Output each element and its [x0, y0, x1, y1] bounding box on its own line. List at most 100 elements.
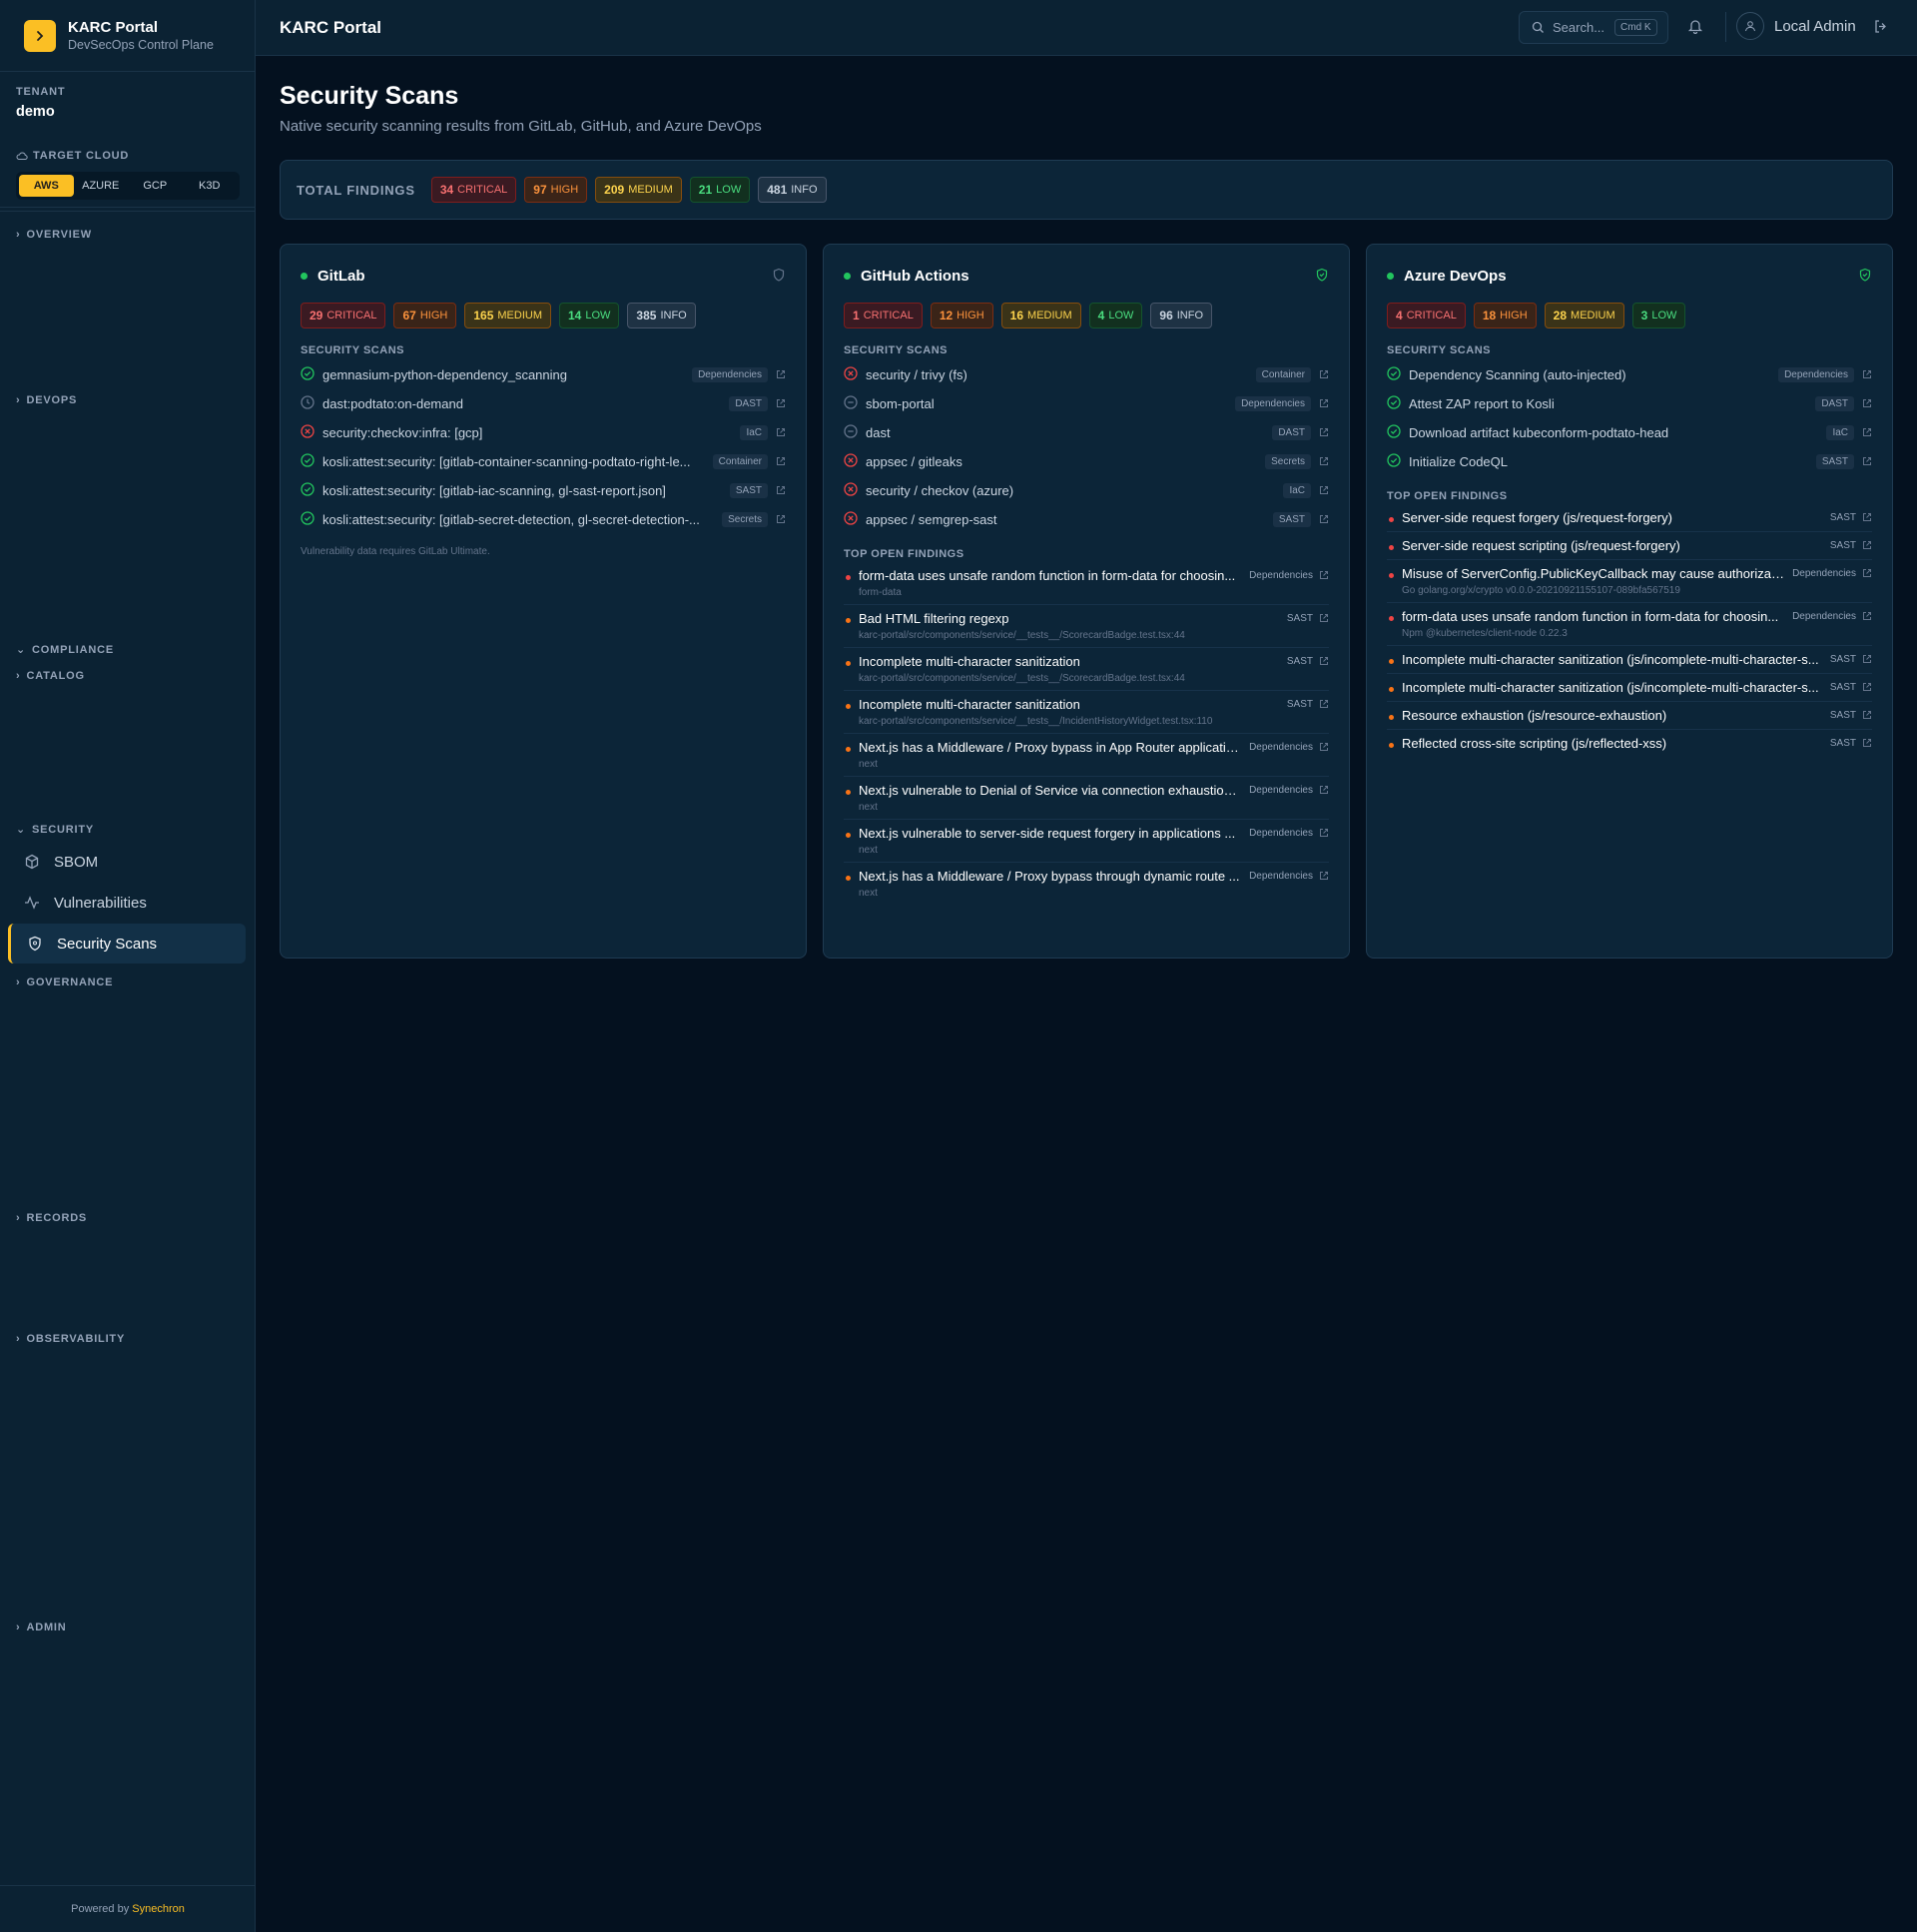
external-link-icon[interactable]: [776, 512, 786, 527]
scan-row[interactable]: Dependency Scanning (auto-injected) Depen…: [1387, 360, 1872, 389]
scan-row[interactable]: kosli:attest:security: [gitlab-container…: [301, 447, 786, 476]
finding-row[interactable]: Next.js has a Middleware / Proxy bypass …: [844, 863, 1329, 905]
scan-row[interactable]: sbom-portal Dependencies: [844, 389, 1329, 418]
nav-section-catalog[interactable]: › CATALOG: [16, 670, 85, 682]
scan-name: security:checkov:infra: [gcp]: [322, 425, 483, 440]
external-link-icon[interactable]: [1319, 742, 1329, 755]
cloud-option-azure[interactable]: AZURE: [74, 175, 129, 197]
external-link-icon[interactable]: [1862, 512, 1872, 525]
external-link-icon[interactable]: [1319, 454, 1329, 469]
scan-row[interactable]: dast DAST: [844, 418, 1329, 447]
nav-section-overview[interactable]: › OVERVIEW: [16, 229, 92, 241]
cloud-option-gcp[interactable]: GCP: [128, 175, 183, 197]
finding-row[interactable]: Server-side request scripting (js/reques…: [1387, 532, 1872, 560]
external-link-icon[interactable]: [1319, 828, 1329, 841]
nav-section-records[interactable]: › RECORDS: [16, 1212, 87, 1224]
user-menu[interactable]: Local Admin: [1736, 12, 1856, 40]
scan-name: sbom-portal: [866, 396, 935, 411]
finding-row[interactable]: Incomplete multi-character sanitization k…: [844, 648, 1329, 691]
nav-section-compliance[interactable]: ⌄ COMPLIANCE: [16, 643, 114, 657]
external-link-icon[interactable]: [1319, 512, 1329, 527]
severity-dot: [846, 575, 851, 580]
external-link-icon[interactable]: [1862, 682, 1872, 695]
finding-row[interactable]: form-data uses unsafe random function in…: [844, 562, 1329, 605]
finding-type: SAST: [1286, 656, 1313, 667]
finding-package: karc-portal/src/components/service/__tes…: [859, 716, 1213, 727]
scan-row[interactable]: Initialize CodeQL SAST: [1387, 447, 1872, 476]
nav-item-vulnerabilities[interactable]: Vulnerabilities: [8, 883, 246, 923]
scan-row[interactable]: appsec / semgrep-sast SAST: [844, 505, 1329, 534]
external-link-icon[interactable]: [1319, 570, 1329, 583]
severity-dot: [1389, 616, 1394, 621]
cloud-option-aws[interactable]: AWS: [19, 175, 74, 197]
scan-row[interactable]: gemnasium-python-dependency_scanning Depe…: [301, 360, 786, 389]
external-link-icon[interactable]: [1862, 738, 1872, 751]
logout-icon[interactable]: [1873, 19, 1888, 37]
external-link-icon[interactable]: [1862, 425, 1872, 440]
external-link-icon[interactable]: [1862, 611, 1872, 624]
external-link-icon[interactable]: [1862, 540, 1872, 553]
external-link-icon[interactable]: [776, 425, 786, 440]
external-link-icon[interactable]: [1319, 425, 1329, 440]
external-link-icon[interactable]: [776, 396, 786, 411]
nav-section-governance[interactable]: › GOVERNANCE: [16, 976, 113, 988]
cloud-option-k3d[interactable]: K3D: [183, 175, 238, 197]
nav-item-security-scans[interactable]: Security Scans: [8, 924, 246, 964]
finding-row[interactable]: Incomplete multi-character sanitization …: [1387, 674, 1872, 702]
finding-row[interactable]: form-data uses unsafe random function in…: [1387, 603, 1872, 646]
finding-row[interactable]: Misuse of ServerConfig.PublicKeyCallback…: [1387, 560, 1872, 603]
external-link-icon[interactable]: [1319, 613, 1329, 626]
scan-row[interactable]: kosli:attest:security: [gitlab-secret-de…: [301, 505, 786, 534]
brand[interactable]: KARC Portal DevSecOps Control Plane: [0, 0, 255, 72]
powered-brand-link[interactable]: Synechron: [132, 1903, 185, 1915]
severity-badges: 4 CRITICAL 18 HIGH 28 MEDIUM 3 LOW: [1387, 303, 1872, 328]
nav-item-sbom[interactable]: SBOM: [8, 842, 246, 882]
scan-row[interactable]: security / checkov (azure) IaC: [844, 476, 1329, 505]
scan-type-tag: Secrets: [1265, 454, 1311, 469]
finding-row[interactable]: Incomplete multi-character sanitization k…: [844, 691, 1329, 734]
finding-type: Dependencies: [1249, 570, 1313, 581]
external-link-icon[interactable]: [776, 454, 786, 469]
bell-icon[interactable]: [1687, 18, 1703, 37]
scan-row[interactable]: security / trivy (fs) Container: [844, 360, 1329, 389]
external-link-icon[interactable]: [1862, 654, 1872, 667]
finding-row[interactable]: Resource exhaustion (js/resource-exhaust…: [1387, 702, 1872, 730]
external-link-icon[interactable]: [1319, 656, 1329, 669]
external-link-icon[interactable]: [776, 483, 786, 498]
scan-row[interactable]: kosli:attest:security: [gitlab-iac-scann…: [301, 476, 786, 505]
medium-badge: 28 MEDIUM: [1544, 303, 1624, 328]
external-link-icon[interactable]: [1862, 396, 1872, 411]
scan-row[interactable]: Download artifact kubeconform-podtato-he…: [1387, 418, 1872, 447]
nav-section-devops[interactable]: › DEVOPS: [16, 394, 77, 406]
finding-row[interactable]: Incomplete multi-character sanitization …: [1387, 646, 1872, 674]
external-link-icon[interactable]: [1319, 699, 1329, 712]
nav-section-admin[interactable]: › ADMIN: [16, 1621, 67, 1633]
search-input[interactable]: Search... Cmd K: [1519, 11, 1668, 44]
scan-row[interactable]: appsec / gitleaks Secrets: [844, 447, 1329, 476]
scan-row[interactable]: dast:podtato:on-demand DAST: [301, 389, 786, 418]
total-info-badge: 481 INFO: [758, 177, 827, 203]
nav-section-observability[interactable]: › OBSERVABILITY: [16, 1333, 125, 1345]
external-link-icon[interactable]: [1862, 568, 1872, 581]
scan-type-tag: DAST: [729, 396, 768, 411]
external-link-icon[interactable]: [1862, 367, 1872, 382]
external-link-icon[interactable]: [1319, 396, 1329, 411]
finding-row[interactable]: Server-side request forgery (js/request-…: [1387, 504, 1872, 532]
external-link-icon[interactable]: [1862, 454, 1872, 469]
high-badge: 12 HIGH: [930, 303, 993, 328]
finding-row[interactable]: Next.js vulnerable to server-side reques…: [844, 820, 1329, 863]
finding-row[interactable]: Reflected cross-site scripting (js/refle…: [1387, 730, 1872, 757]
finding-row[interactable]: Bad HTML filtering regexp karc-portal/src…: [844, 605, 1329, 648]
external-link-icon[interactable]: [1319, 785, 1329, 798]
external-link-icon[interactable]: [776, 367, 786, 382]
finding-row[interactable]: Next.js has a Middleware / Proxy bypass …: [844, 734, 1329, 777]
external-link-icon[interactable]: [1319, 367, 1329, 382]
external-link-icon[interactable]: [1319, 871, 1329, 884]
external-link-icon[interactable]: [1862, 710, 1872, 723]
nav-section-security[interactable]: ⌄ SECURITY: [16, 823, 94, 837]
external-link-icon[interactable]: [1319, 483, 1329, 498]
finding-row[interactable]: Next.js vulnerable to Denial of Service …: [844, 777, 1329, 820]
scan-row[interactable]: Attest ZAP report to Kosli DAST: [1387, 389, 1872, 418]
scan-type-tag: IaC: [1283, 483, 1311, 498]
scan-row[interactable]: security:checkov:infra: [gcp] IaC: [301, 418, 786, 447]
